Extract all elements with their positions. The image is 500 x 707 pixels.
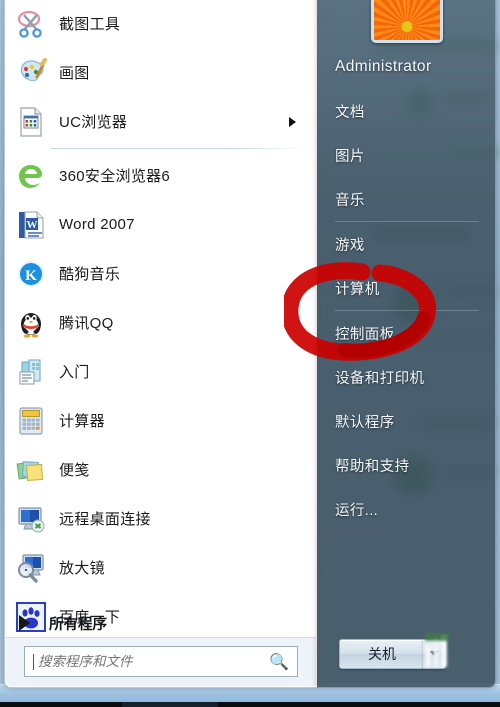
program-item-8[interactable]: 入门 <box>5 347 317 396</box>
taskbar-bottom-strip <box>0 702 500 707</box>
submenu-arrow-icon <box>289 116 296 127</box>
program-item-label: UC浏览器 <box>59 114 128 131</box>
snipping-tool-icon <box>15 8 47 40</box>
program-item-3[interactable]: UC浏览器 <box>5 97 317 146</box>
program-item-label: 远程桌面连接 <box>59 511 151 528</box>
shutdown-button[interactable]: 关机 <box>339 639 425 669</box>
right-menu-item-7[interactable]: 设备和打印机 <box>317 355 495 399</box>
program-item-label: 腾讯QQ <box>59 315 114 332</box>
sticky-notes-icon <box>15 454 47 486</box>
right-menu-item-label: 设备和打印机 <box>335 370 425 387</box>
program-item-11[interactable]: 远程桌面连接 <box>5 494 317 543</box>
program-item-9[interactable]: 计算器 <box>5 396 317 445</box>
right-menu-item-4[interactable]: 游戏 <box>317 222 495 266</box>
program-item-label: Word 2007 <box>59 216 135 233</box>
program-item-label: 截图工具 <box>59 16 121 33</box>
program-item-6[interactable]: K 酷狗音乐 <box>5 249 317 298</box>
right-menu-item-label: 控制面板 <box>335 326 395 343</box>
360-browser-icon <box>15 160 47 192</box>
program-item-label: 画图 <box>59 65 90 82</box>
right-menu-item-10[interactable]: 运行... <box>317 487 495 531</box>
uc-browser-icon <box>15 106 47 138</box>
kugou-music-icon: K <box>15 258 47 290</box>
magnifier-icon <box>15 552 47 584</box>
shutdown-label: 关机 <box>368 646 396 662</box>
right-menu-item-label: 帮助和支持 <box>335 458 410 475</box>
menu-separator <box>51 148 305 149</box>
right-menu-item-label: 运行... <box>335 502 379 519</box>
search-box[interactable]: 🔍 <box>24 646 298 677</box>
getting-started-icon <box>15 356 47 388</box>
search-area: 🔍 <box>6 637 316 686</box>
right-menu-item-6[interactable]: 控制面板 <box>317 311 495 355</box>
tencent-qq-icon <box>15 307 47 339</box>
right-menu-item-label: 文档 <box>335 104 365 121</box>
search-icon[interactable]: 🔍 <box>268 652 290 672</box>
desktop-tray-icon-overlay <box>425 633 449 667</box>
right-menu-item-label: 计算机 <box>335 281 380 298</box>
program-item-5[interactable]: W Word 2007 <box>5 200 317 249</box>
start-menu: 截图工具 画图 UC浏览器 360安全浏览器6 W Word 2007 K 酷狗… <box>4 0 496 688</box>
program-item-label: 计算器 <box>59 413 105 430</box>
word-icon: W <box>15 209 47 241</box>
right-menu-item-label: 默认程序 <box>335 414 395 431</box>
program-item-7[interactable]: 腾讯QQ <box>5 298 317 347</box>
program-item-label: 放大镜 <box>59 560 105 577</box>
program-item-label: 便笺 <box>59 462 90 479</box>
right-menu-item-label: 图片 <box>335 148 365 165</box>
remote-desktop-icon <box>15 503 47 535</box>
start-menu-left-pane: 截图工具 画图 UC浏览器 360安全浏览器6 W Word 2007 K 酷狗… <box>4 0 317 688</box>
program-item-label: 入门 <box>59 364 90 381</box>
avatar[interactable] <box>371 0 443 43</box>
right-menu-item-label: 音乐 <box>335 192 365 209</box>
svg-text:K: K <box>25 268 37 284</box>
calculator-icon <box>15 405 47 437</box>
chevron-right-icon <box>19 615 30 631</box>
program-item-2[interactable]: 画图 <box>5 48 317 97</box>
right-menu-item-1[interactable]: 文档 <box>317 89 495 133</box>
right-menu-item-5[interactable]: 计算机 <box>317 266 495 310</box>
program-item-label: 360安全浏览器6 <box>59 168 171 185</box>
program-item-label: 酷狗音乐 <box>59 266 121 283</box>
right-menu-item-3[interactable]: 音乐 <box>317 177 495 221</box>
right-menu-item-2[interactable]: 图片 <box>317 133 495 177</box>
user-name-item[interactable]: Administrator <box>317 45 495 89</box>
program-item-4[interactable]: 360安全浏览器6 <box>5 151 317 200</box>
shutdown-area: 关机 <box>317 629 495 687</box>
taskbar-window-button[interactable] <box>122 702 218 707</box>
right-menu-item-label: 游戏 <box>335 237 365 254</box>
program-list: 截图工具 画图 UC浏览器 360安全浏览器6 W Word 2007 K 酷狗… <box>5 0 317 644</box>
right-menu-item-8[interactable]: 默认程序 <box>317 399 495 443</box>
all-programs-label: 所有程序 <box>49 616 107 633</box>
right-menu-item-9[interactable]: 帮助和支持 <box>317 443 495 487</box>
paint-icon <box>15 57 47 89</box>
program-item-12[interactable]: 放大镜 <box>5 543 317 592</box>
search-input[interactable] <box>34 653 268 670</box>
start-menu-right-pane: Administrator 文档图片音乐游戏计算机控制面板设备和打印机 默认程序帮… <box>317 0 496 688</box>
svg-text:W: W <box>27 219 38 231</box>
program-item-1[interactable]: 截图工具 <box>5 0 317 48</box>
user-avatar-flower-icon <box>374 0 440 40</box>
program-item-10[interactable]: 便笺 <box>5 445 317 494</box>
user-name-label: Administrator <box>335 58 432 75</box>
